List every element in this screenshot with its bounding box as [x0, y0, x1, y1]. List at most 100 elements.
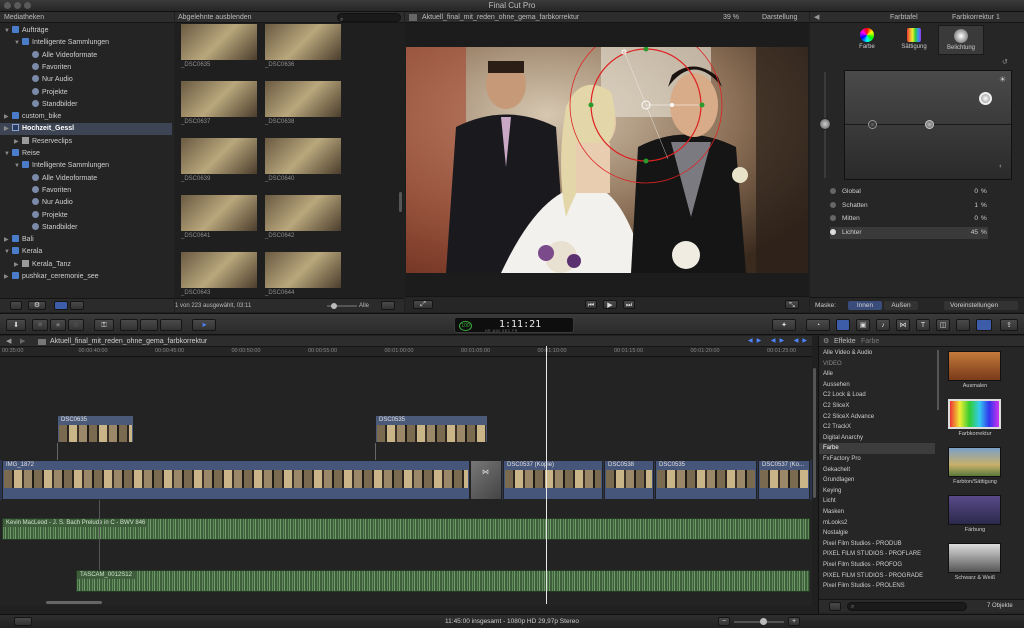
hide-rejected-filter[interactable]: Abgelehnte ausblenden [178, 14, 252, 21]
photos-browser-button[interactable]: ▣ [856, 319, 870, 331]
timeline-index-button[interactable] [14, 617, 32, 626]
library-row[interactable]: Alle Videoformate [0, 50, 172, 62]
effect-category[interactable]: FxFactory Pro [819, 454, 935, 465]
exposure-row[interactable]: Schatten 1% [830, 200, 988, 212]
disclosure-triangle-icon[interactable]: ▼ [14, 160, 22, 172]
share-button[interactable]: ⇪ [1000, 319, 1018, 331]
timeline-forward-icon[interactable]: ▶ [20, 336, 25, 347]
viewer-options-button[interactable]: ⤢ [413, 300, 433, 309]
clip-thumbnail[interactable] [181, 195, 257, 231]
effect-category[interactable]: Gekachelt [819, 465, 935, 476]
play-button[interactable]: ▶ [603, 300, 617, 309]
list-view-button[interactable] [54, 301, 68, 310]
inspector-reset-icon[interactable]: ↺ [1002, 58, 1008, 66]
color-board-tab[interactable]: Belichtung [938, 25, 984, 55]
library-row[interactable]: ▶ Reserveclips [0, 136, 172, 148]
keyword-button[interactable]: ⚿ [94, 319, 114, 331]
clip-appearance-button[interactable] [381, 301, 395, 310]
effect-category[interactable]: C2 SliceX [819, 401, 935, 412]
transitions-browser-button[interactable]: ⋈ [896, 319, 910, 331]
library-row[interactable]: ▼ Reise [0, 148, 172, 160]
library-row[interactable]: Alle Videoformate [0, 173, 172, 185]
window-controls[interactable] [4, 2, 31, 9]
music-audio-clip[interactable]: Kevin MacLeod - J. S. Bach Prelude in C … [2, 518, 810, 540]
retime-button[interactable]: ◔ [806, 319, 830, 331]
color-board-tab[interactable]: Sättigung [891, 25, 937, 55]
disclosure-triangle-icon[interactable]: ▼ [4, 246, 12, 258]
effect-category[interactable]: Nostalgie [819, 528, 935, 539]
effects-sidebar-toggle[interactable] [829, 602, 841, 611]
disclosure-triangle-icon[interactable]: ▼ [14, 37, 22, 49]
effect-category[interactable]: Aussehen [819, 380, 935, 391]
next-edit-button[interactable]: ⏭ [623, 300, 635, 309]
timeline-ruler[interactable]: 00:35:00 00:00:40:00 00:00:45:00 00:00:50:0… [0, 347, 812, 357]
library-row[interactable]: ▼ Intelligente Sammlungen [0, 37, 172, 49]
clip-thumbnail[interactable] [265, 81, 341, 117]
enhance-button[interactable]: ✦ [772, 319, 796, 331]
library-row[interactable]: Nur Audio [0, 74, 172, 86]
connected-clip[interactable]: DSC0635 [57, 415, 134, 443]
browser-scrollbar[interactable] [399, 192, 402, 212]
exposure-board[interactable]: ☀ ◐ [844, 70, 1012, 180]
library-row[interactable]: Favoriten [0, 185, 172, 197]
clip-thumbnail[interactable] [181, 252, 257, 288]
effect-category[interactable]: Pixel Film Studios - PROFOG [819, 560, 935, 571]
connected-clip[interactable]: DSC0535 [375, 415, 488, 443]
effect-category[interactable]: Pixel Film Studios - PRODUB [819, 539, 935, 550]
library-row[interactable]: ▶ Hochzeit_Gessl [0, 123, 172, 136]
effect-thumbnail[interactable] [948, 495, 1001, 525]
import-button[interactable]: ⬇ [6, 319, 26, 331]
mask-inside-button[interactable]: Innen [848, 301, 882, 310]
effect-category[interactable]: Keying [819, 486, 935, 497]
viewer-video-frame[interactable] [406, 47, 808, 273]
effect-thumbnail[interactable] [948, 543, 1001, 573]
disclosure-triangle-icon[interactable]: ▶ [4, 234, 12, 246]
insert-clip-button[interactable] [140, 319, 158, 331]
library-row[interactable]: ▶ custom_bike [0, 111, 172, 123]
clip-thumbnail[interactable] [265, 138, 341, 174]
themes-browser-button[interactable] [956, 319, 970, 331]
clip-thumbnail[interactable] [181, 81, 257, 117]
inspector-back-icon[interactable]: ◀ [814, 12, 819, 23]
library-action-menu-button[interactable]: ⚙ [28, 301, 46, 310]
timeline-horizontal-scrollbar[interactable] [46, 601, 102, 604]
timeline-zoom-slider[interactable] [734, 621, 784, 623]
library-row[interactable]: Projekte [0, 87, 172, 99]
disclosure-triangle-icon[interactable]: ▶ [4, 123, 12, 135]
effects-browser-button[interactable] [836, 319, 850, 331]
minimize-window-icon[interactable] [14, 2, 21, 9]
clip-thumbnail[interactable] [265, 24, 341, 60]
disclosure-triangle-icon[interactable]: ▶ [4, 271, 12, 283]
close-window-icon[interactable] [4, 2, 11, 9]
presets-menu[interactable]: Voreinstellungen [944, 301, 1018, 310]
inspector-toggle-button[interactable] [976, 319, 992, 331]
playhead[interactable] [546, 346, 547, 604]
global-puck[interactable] [819, 118, 831, 130]
tascam-audio-clip[interactable]: TASCAM_0012S12 [76, 570, 810, 592]
reject-button[interactable]: ✕ [32, 319, 48, 331]
effect-category[interactable]: C2 Lock & Load [819, 390, 935, 401]
effects-scrollbar[interactable] [937, 350, 939, 410]
append-clip-button[interactable] [160, 319, 182, 331]
effect-thumbnail[interactable] [948, 399, 1001, 429]
correction-name[interactable]: Farbkorrektur 1 [952, 12, 1000, 23]
effect-category[interactable]: Farbe [819, 443, 935, 454]
music-browser-button[interactable]: ♪ [876, 319, 890, 331]
effect-thumbnail[interactable] [948, 351, 1001, 381]
select-tool-button[interactable]: ➤ [192, 319, 216, 331]
effect-category[interactable]: Digital Anarchy [819, 433, 935, 444]
library-row[interactable]: ▶ pushkar_ceremonie_see [0, 271, 172, 283]
audio-video-toggle-icons[interactable]: ◀▶ ◀▶ ◀▶ [748, 336, 811, 347]
exposure-row[interactable]: Mitten 0% [830, 213, 988, 225]
effect-thumbnail[interactable] [948, 447, 1001, 477]
effect-category[interactable]: C2 SliceX Advance [819, 412, 935, 423]
effect-category[interactable]: Alle [819, 369, 935, 380]
clip-thumbnail[interactable] [265, 252, 341, 288]
timeline-zoom-knob[interactable] [760, 618, 767, 625]
library-row[interactable]: ▼ Aufträge [0, 25, 172, 37]
effect-category[interactable]: Masken [819, 507, 935, 518]
primary-clip[interactable]: DSC0537 (Ko... [758, 460, 810, 500]
effect-category[interactable]: PIXEL FILM STUDIOS - PROFLARE [819, 549, 935, 560]
disclosure-triangle-icon[interactable]: ▼ [4, 148, 12, 160]
effect-category[interactable]: PIXEL FILM STUDIOS - PROGRADE [819, 571, 935, 582]
